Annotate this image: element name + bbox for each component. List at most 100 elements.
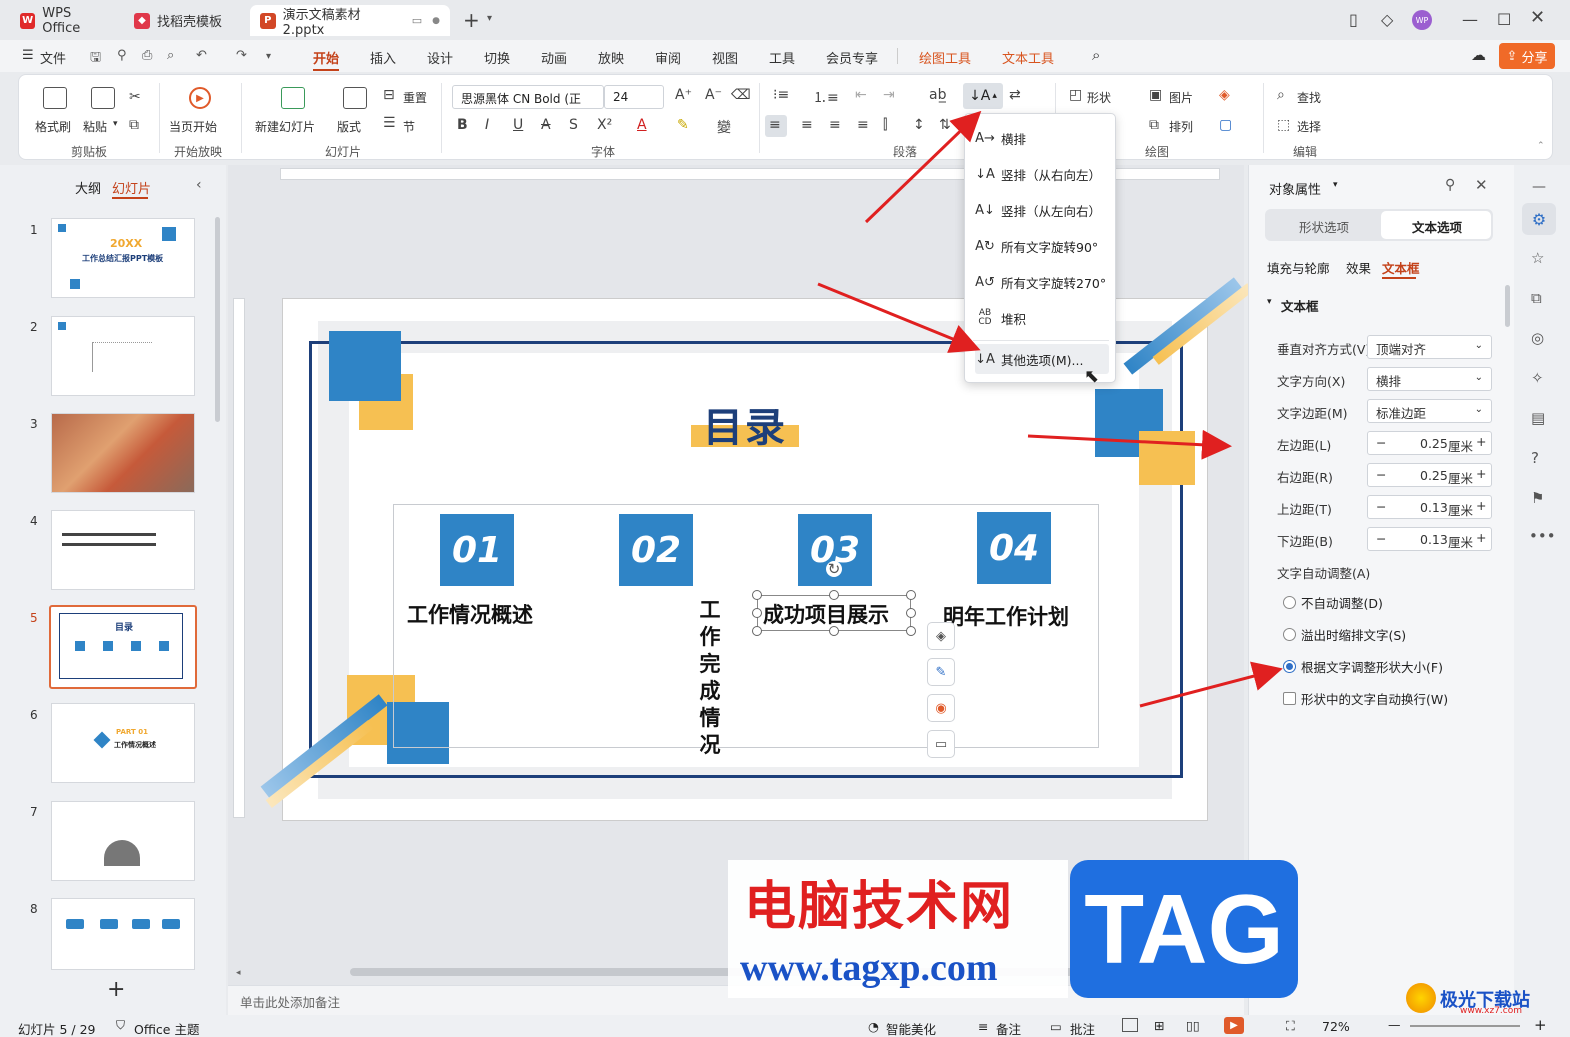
slide-title[interactable]: 目录: [683, 395, 807, 453]
cube-icon[interactable]: ◇: [1381, 10, 1393, 29]
slide-thumbnail-7[interactable]: [51, 801, 195, 881]
zoom-slider[interactable]: [1410, 1025, 1520, 1027]
paste-button[interactable]: 粘贴: [83, 118, 107, 135]
tab-wps-office[interactable]: W WPS Office: [10, 5, 120, 36]
menu-item-vertical-rtl[interactable]: ↓A 竖排（从右向左）: [975, 159, 1109, 189]
chevron-down-icon[interactable]: ▾: [266, 51, 271, 62]
plus-icon[interactable]: +: [1476, 498, 1486, 513]
star-icon[interactable]: ☆: [1531, 249, 1544, 267]
fill-color-icon[interactable]: ◉: [927, 694, 955, 722]
pen-style-icon[interactable]: ✎: [927, 658, 955, 686]
save-icon[interactable]: 🖫: [90, 48, 101, 70]
collapse-panel-icon[interactable]: ‹: [196, 177, 202, 193]
resize-handle[interactable]: [829, 626, 839, 636]
arrange-button[interactable]: 排列: [1169, 118, 1193, 135]
chevron-down-icon[interactable]: ▾: [1333, 180, 1338, 190]
beautify-button[interactable]: 智能美化: [886, 1019, 936, 1037]
text-shadow-icon[interactable]: S: [569, 117, 578, 133]
menu-item-stacked[interactable]: AB CD 堆积: [975, 303, 1109, 333]
comment-button[interactable]: 批注: [1070, 1019, 1095, 1037]
select-button[interactable]: 选择: [1297, 118, 1321, 135]
avatar[interactable]: WP: [1412, 10, 1432, 30]
text-direction-select[interactable]: 横排 ⌄: [1367, 367, 1492, 391]
resize-handle[interactable]: [906, 626, 916, 636]
share-button[interactable]: ⇪ 分享: [1499, 43, 1555, 69]
normal-view-icon[interactable]: [1122, 1018, 1138, 1032]
char-spacing-icon[interactable]: ab̲: [929, 87, 946, 103]
close-icon[interactable]: ✕: [1530, 7, 1545, 28]
new-slide-button[interactable]: 新建幻灯片: [255, 118, 315, 135]
menu-item-rotate-90[interactable]: A↻ 所有文字旋转90°: [975, 231, 1109, 261]
convert-smartart-icon[interactable]: ⇄: [1009, 87, 1021, 103]
menu-design[interactable]: 设计: [427, 48, 453, 67]
section-button[interactable]: 节: [403, 118, 415, 135]
minimize-icon[interactable]: —: [1462, 10, 1478, 29]
distribute-icon[interactable]: ⫿: [883, 117, 887, 133]
print-icon[interactable]: ⎙: [142, 48, 152, 63]
search-icon[interactable]: ⌕: [1092, 46, 1100, 64]
notes-button[interactable]: 备注: [996, 1019, 1021, 1037]
menu-animations[interactable]: 动画: [541, 48, 567, 67]
zoom-out-icon[interactable]: —: [1388, 1017, 1401, 1032]
menu-insert[interactable]: 插入: [370, 48, 396, 67]
underline-icon[interactable]: U: [513, 117, 523, 133]
item-label-01[interactable]: 工作情况概述: [407, 599, 533, 629]
menu-text-tools[interactable]: 文本工具: [1002, 48, 1054, 67]
layout-button[interactable]: 版式: [337, 118, 361, 135]
text-margin-select[interactable]: 标准边距 ⌄: [1367, 399, 1492, 423]
share-link-icon[interactable]: ⚲: [117, 48, 127, 63]
decrease-indent-icon[interactable]: ⇤: [855, 87, 867, 103]
font-color-icon[interactable]: A: [637, 117, 647, 133]
laptop-icon[interactable]: ▭: [927, 730, 955, 758]
minus-icon[interactable]: −: [1376, 467, 1386, 482]
radio-resize-shape[interactable]: 根据文字调整形状大小(F): [1283, 657, 1443, 676]
close-icon[interactable]: ✕: [1475, 176, 1488, 194]
font-name-select[interactable]: 思源黑体 CN Bold (正: [452, 85, 604, 109]
menu-home[interactable]: 开始: [313, 48, 340, 71]
strikethrough-icon[interactable]: A: [541, 117, 551, 133]
number-box-01[interactable]: 01: [440, 514, 514, 586]
stepper-value[interactable]: 0.13: [1420, 532, 1448, 547]
numbered-list-icon[interactable]: ⒈≡: [813, 87, 839, 107]
rotate-handle-icon[interactable]: ↻: [826, 561, 842, 577]
zoom-in-icon[interactable]: +: [1534, 1016, 1547, 1034]
stepper-value[interactable]: 0.13: [1420, 500, 1448, 515]
item-label-04[interactable]: 明年工作计划: [943, 601, 1069, 631]
play-from-current-button[interactable]: 当页开始: [169, 118, 217, 135]
monitor-icon[interactable]: ▭: [412, 14, 422, 27]
tab-docer[interactable]: ◆ 找稻壳模板: [124, 5, 246, 36]
plus-icon[interactable]: +: [1476, 530, 1486, 545]
more-icon[interactable]: •••: [1529, 527, 1556, 545]
menu-item-rotate-270[interactable]: A↺ 所有文字旋转270°: [975, 267, 1109, 297]
justify-icon[interactable]: ≡: [857, 117, 869, 133]
maximize-icon[interactable]: ☐: [1497, 10, 1511, 29]
find-button[interactable]: 查找: [1297, 89, 1321, 106]
subtab-textbox[interactable]: 文本框: [1382, 258, 1420, 277]
tab-shape-options[interactable]: 形状选项: [1299, 217, 1349, 236]
stepper-value[interactable]: 0.25: [1420, 468, 1448, 483]
tab-presentation[interactable]: P 演示文稿素材2.pptx ▭ ●: [250, 5, 450, 38]
menu-file[interactable]: 文件: [40, 48, 66, 67]
reset-button[interactable]: 重置: [403, 89, 427, 106]
fit-window-icon[interactable]: ⛶: [1286, 1018, 1295, 1034]
undo-icon[interactable]: ↶: [196, 48, 207, 63]
slide-thumbnail-8[interactable]: [51, 898, 195, 970]
menu-review[interactable]: 审阅: [655, 48, 681, 67]
thumbnail-scrollbar[interactable]: [215, 217, 220, 422]
slide-thumbnail-2[interactable]: [51, 316, 195, 396]
slide-thumbnail-3[interactable]: [51, 413, 195, 493]
menu-item-vertical-ltr[interactable]: A↓ 竖排（从左向右）: [975, 195, 1109, 225]
reading-view-icon[interactable]: ▯▯: [1186, 1018, 1200, 1033]
new-tab-icon[interactable]: +: [463, 8, 480, 32]
increase-indent-icon[interactable]: ⇥: [883, 87, 895, 103]
shirt-icon[interactable]: ⚑: [1531, 489, 1544, 507]
menu-item-horizontal[interactable]: A→ 横排: [975, 123, 1109, 153]
minus-icon[interactable]: −: [1376, 499, 1386, 514]
bold-icon[interactable]: B: [457, 117, 468, 133]
subtab-fill-outline[interactable]: 填充与轮廓: [1267, 258, 1330, 277]
copy-icon[interactable]: ⧉: [129, 117, 139, 133]
slide-switch-icon[interactable]: ⧉: [1531, 289, 1542, 307]
collapse-strip-icon[interactable]: —: [1532, 179, 1546, 195]
plus-icon[interactable]: +: [1476, 434, 1486, 449]
plus-icon[interactable]: +: [1476, 466, 1486, 481]
